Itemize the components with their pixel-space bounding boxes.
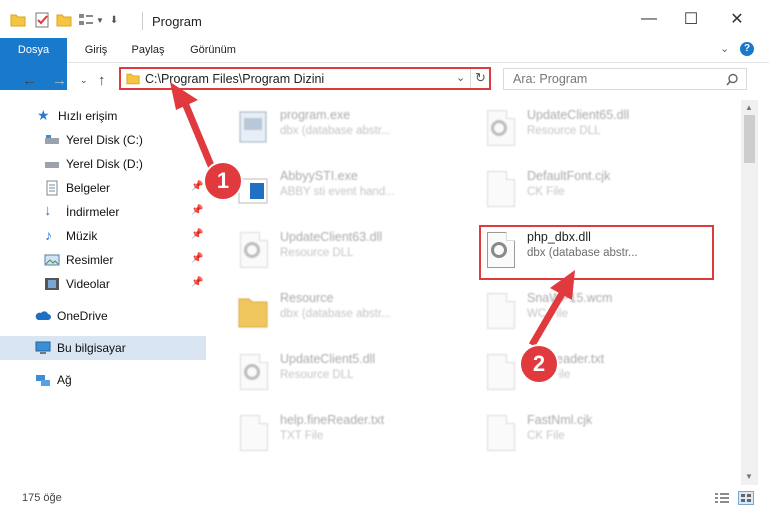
status-bar: 175 öğe <box>0 485 769 525</box>
item-count: 175 öğe <box>22 492 62 504</box>
step-badge-2: 2 <box>519 344 559 384</box>
arrow-2 <box>528 270 575 347</box>
step-badge-1: 1 <box>203 161 243 201</box>
large-icons-view-icon[interactable] <box>738 491 754 505</box>
highlight-box <box>479 225 714 280</box>
details-view-icon[interactable] <box>714 492 730 504</box>
arrow-1 <box>170 82 216 170</box>
